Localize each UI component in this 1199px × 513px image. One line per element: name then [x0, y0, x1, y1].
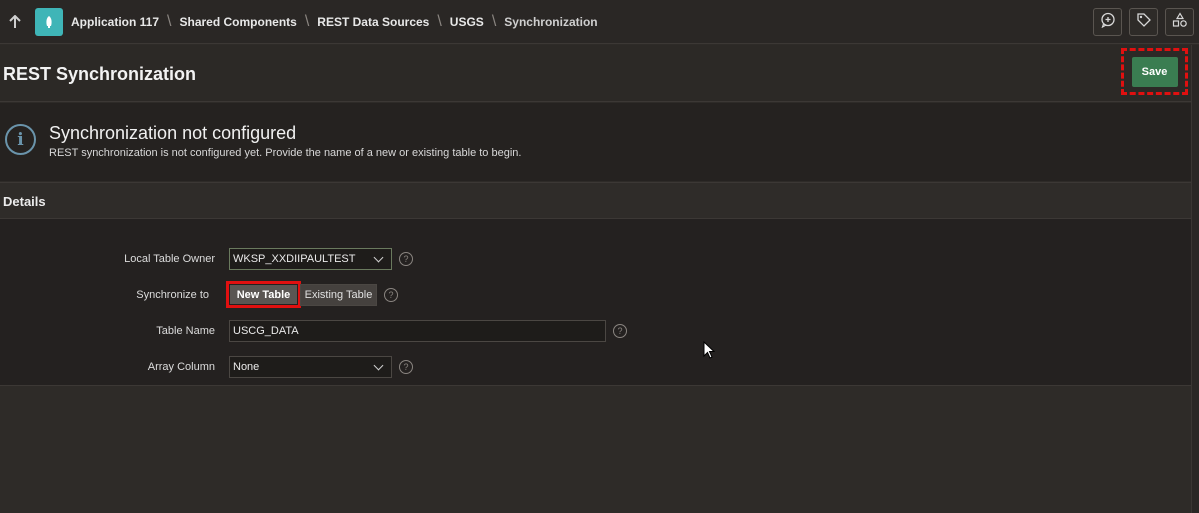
- mouse-cursor-icon: [703, 340, 716, 364]
- arrow-up-icon[interactable]: [0, 0, 30, 44]
- breadcrumb-application[interactable]: Application 117: [71, 15, 159, 29]
- table-name-label: Table Name: [156, 325, 215, 337]
- breadcrumb-separator: \: [437, 12, 442, 30]
- array-column-value: None: [233, 361, 260, 373]
- save-button[interactable]: Save: [1131, 56, 1178, 87]
- info-alert: i Synchronization not configured REST sy…: [0, 103, 1191, 181]
- top-bar: Application 117 \ Shared Components \ RE…: [0, 0, 1199, 44]
- sync-to-label: Synchronize to: [136, 289, 209, 301]
- array-column-label: Array Column: [147, 361, 215, 373]
- help-icon[interactable]: ?: [384, 288, 398, 302]
- breadcrumb: Application 117 \ Shared Components \ RE…: [71, 13, 598, 31]
- chevron-down-icon: [373, 360, 384, 371]
- alert-title: Synchronization not configured: [49, 123, 297, 143]
- shared-components-icon: [1172, 11, 1188, 33]
- breadcrumb-separator: \: [167, 12, 172, 30]
- feedback-button[interactable]: [1093, 8, 1122, 36]
- existing-table-option[interactable]: Existing Table: [300, 284, 377, 306]
- tag-button[interactable]: [1129, 8, 1158, 36]
- breadcrumb-separator: \: [491, 12, 497, 30]
- shared-components-button[interactable]: [1165, 8, 1194, 36]
- tag-icon: [1136, 12, 1152, 33]
- array-column-select[interactable]: None: [229, 356, 392, 378]
- info-icon: i: [5, 124, 36, 155]
- new-table-highlight: New Table: [226, 281, 301, 308]
- title-region: REST Synchronization Save: [0, 45, 1191, 102]
- breadcrumb-synchronization: Synchronization: [504, 14, 598, 29]
- empty-content-area: [0, 392, 1191, 513]
- breadcrumb-rest-data-sources[interactable]: REST Data Sources: [317, 15, 429, 29]
- details-region-header: Details: [0, 182, 1191, 219]
- details-title: Details: [3, 194, 46, 209]
- toolbar-actions: [1093, 8, 1194, 36]
- owner-select[interactable]: WKSP_XXDIIPAULTEST: [229, 248, 392, 270]
- breadcrumb-separator: \: [304, 12, 310, 30]
- table-name-value: USCG_DATA: [233, 325, 299, 337]
- breadcrumb-usgs[interactable]: USGS: [450, 15, 484, 29]
- alert-text: REST synchronization is not configured y…: [49, 147, 522, 159]
- owner-value: WKSP_XXDIIPAULTEST: [233, 253, 356, 265]
- page-title: REST Synchronization: [3, 64, 197, 84]
- new-table-option[interactable]: New Table: [230, 285, 297, 304]
- owner-label: Local Table Owner: [124, 253, 215, 265]
- app-icon[interactable]: [35, 7, 63, 36]
- breadcrumb-shared-components[interactable]: Shared Components: [179, 15, 296, 29]
- help-icon[interactable]: ?: [399, 252, 413, 266]
- chevron-down-icon: [373, 252, 384, 263]
- feedback-icon: [1100, 12, 1116, 33]
- help-icon[interactable]: ?: [613, 324, 627, 338]
- scrollbar[interactable]: [1191, 45, 1199, 513]
- save-button-highlight: Save: [1121, 48, 1188, 95]
- help-icon[interactable]: ?: [399, 360, 413, 374]
- table-name-input[interactable]: USCG_DATA: [229, 320, 606, 342]
